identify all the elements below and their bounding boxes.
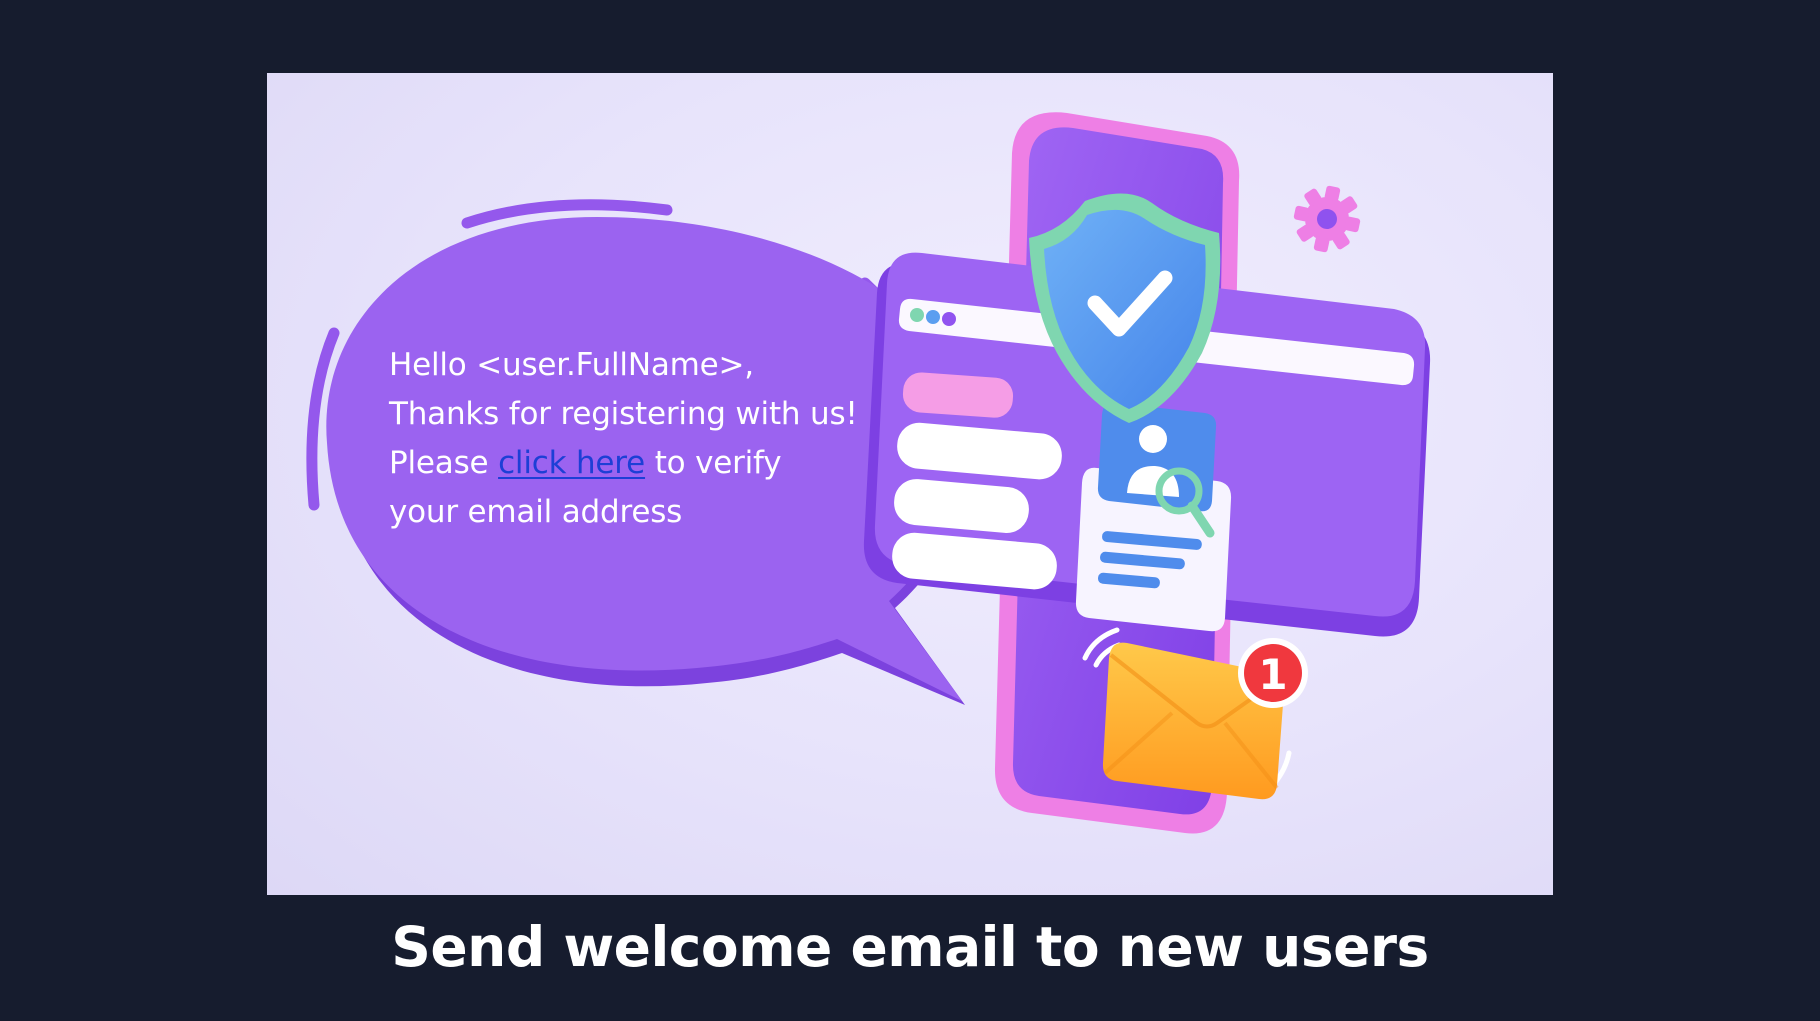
thanks-line: Thanks for registering with us! [389,396,858,432]
email-line: your email address [389,494,683,530]
greeting-line: Hello <user.FullName>, [389,347,754,383]
notification-badge: 1 [1238,638,1308,708]
please-text: Please [389,445,489,481]
caption: Send welcome email to new users [391,915,1429,979]
svg-text:1: 1 [1258,650,1287,699]
gear-icon [1293,185,1361,253]
illustration-panel: 1 Hello <user.FullName>, Thanks for regi… [267,73,1553,895]
verify-link[interactable]: click here [498,445,645,481]
phone-illustration: 1 [863,112,1431,834]
verify-text: to verify [654,445,782,481]
welcome-message: Hello <user.FullName>, Thanks for regist… [389,341,909,537]
verify-line: Please click here to verify [389,439,909,488]
